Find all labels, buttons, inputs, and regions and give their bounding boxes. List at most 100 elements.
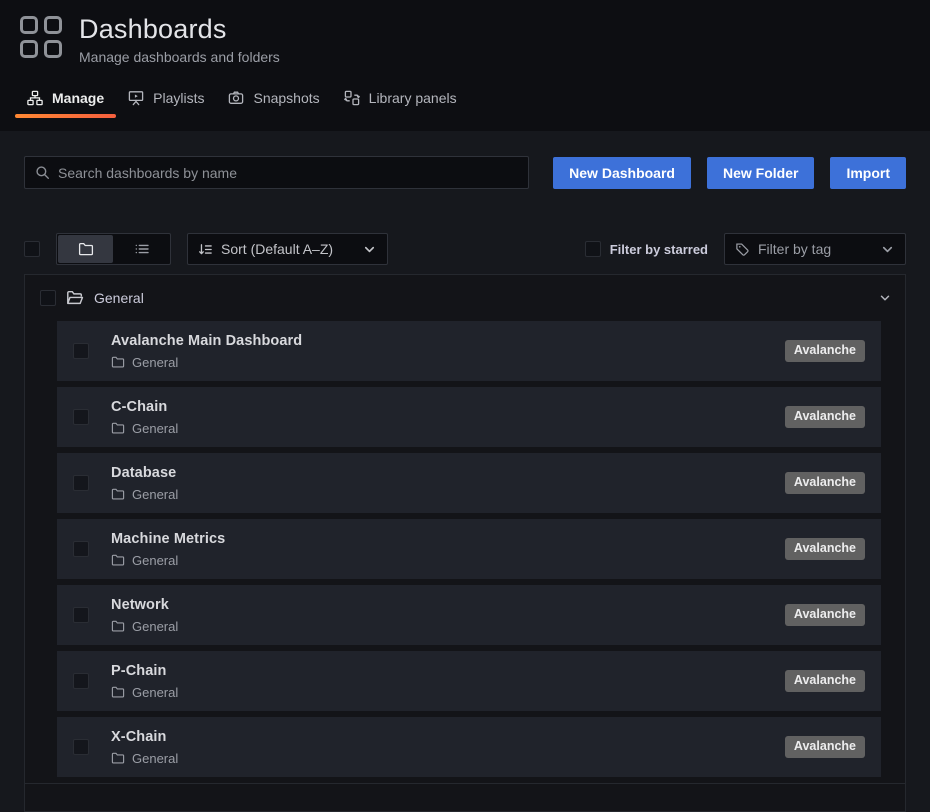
tab-bar: Manage Playlists Snapshots (15, 81, 910, 118)
dashboard-row[interactable]: Network General Avalanche (57, 585, 881, 645)
search-row: New Dashboard New Folder Import (24, 156, 906, 189)
apps-icon-square (44, 40, 62, 58)
sort-select[interactable]: Sort (Default A–Z) (187, 233, 388, 265)
dashboard-info: C-Chain General (111, 399, 178, 436)
starred-checkbox[interactable] (585, 241, 601, 257)
dashboard-folder-label: General (132, 553, 178, 568)
row-checkbox[interactable] (73, 409, 89, 425)
dashboard-folder: General (111, 487, 178, 502)
dashboard-tag-badge[interactable]: Avalanche (785, 736, 865, 758)
dashboard-title: Avalanche Main Dashboard (111, 333, 302, 349)
dashboard-folder-label: General (132, 355, 178, 370)
dashboard-folder: General (111, 619, 178, 634)
folder-icon (111, 751, 125, 765)
filter-by-starred[interactable]: Filter by starred (585, 241, 708, 257)
collapse-chevron-icon[interactable] (878, 291, 892, 305)
dashboard-row[interactable]: P-Chain General Avalanche (57, 651, 881, 711)
section-divider (25, 783, 905, 784)
folder-checkbox[interactable] (40, 290, 56, 306)
select-all-checkbox[interactable] (24, 241, 40, 257)
dashboard-tag-badge[interactable]: Avalanche (785, 538, 865, 560)
dashboard-title: Database (111, 465, 178, 481)
tab-manage[interactable]: Manage (15, 81, 116, 118)
dashboard-row[interactable]: Machine Metrics General Avalanche (57, 519, 881, 579)
sitemap-icon (27, 90, 43, 106)
folder-icon (111, 685, 125, 699)
search-results-container: General Avalanche Main Dashboard General… (24, 274, 906, 812)
row-checkbox[interactable] (73, 673, 89, 689)
dashboard-folder: General (111, 355, 302, 370)
dashboard-title: C-Chain (111, 399, 178, 415)
row-checkbox[interactable] (73, 739, 89, 755)
dashboard-tag-badge[interactable]: Avalanche (785, 604, 865, 626)
dashboard-tag-badge[interactable]: Avalanche (785, 340, 865, 362)
dashboard-row[interactable]: C-Chain General Avalanche (57, 387, 881, 447)
dashboard-tag-badge[interactable]: Avalanche (785, 406, 865, 428)
filter-toolbar: Sort (Default A–Z) Filter by starred Fil… (24, 233, 906, 265)
apps-icon-square (20, 16, 38, 34)
import-button[interactable]: Import (830, 157, 906, 189)
apps-icon-square (44, 16, 62, 34)
dashboard-folder: General (111, 751, 178, 766)
folder-icon (111, 421, 125, 435)
dashboard-title: Network (111, 597, 178, 613)
starred-label: Filter by starred (610, 242, 708, 257)
folder-view-icon (78, 241, 94, 257)
dashboards-apps-icon (20, 16, 62, 58)
search-icon (35, 165, 50, 180)
dashboard-row[interactable]: Avalanche Main Dashboard General Avalanc… (57, 321, 881, 381)
dashboard-info: P-Chain General (111, 663, 178, 700)
view-mode-toggle (56, 233, 171, 265)
search-box (24, 156, 529, 189)
dashboard-info: Network General (111, 597, 178, 634)
dashboard-tag-badge[interactable]: Avalanche (785, 472, 865, 494)
row-checkbox[interactable] (73, 475, 89, 491)
tag-select-placeholder: Filter by tag (758, 241, 831, 257)
chevron-down-icon (880, 242, 895, 257)
dashboard-folder: General (111, 685, 178, 700)
dashboard-info: Machine Metrics General (111, 531, 225, 568)
dashboard-rows: Avalanche Main Dashboard General Avalanc… (25, 321, 905, 777)
filter-by-tag-select[interactable]: Filter by tag (724, 233, 906, 265)
folder-name: General (94, 290, 144, 306)
presentation-play-icon (128, 90, 144, 106)
new-folder-button[interactable]: New Folder (707, 157, 814, 189)
dashboard-info: X-Chain General (111, 729, 178, 766)
row-checkbox[interactable] (73, 607, 89, 623)
tab-label: Manage (52, 90, 104, 106)
folder-icon (111, 553, 125, 567)
tab-label: Snapshots (253, 90, 319, 106)
page-header: Dashboards Manage dashboards and folders… (0, 0, 930, 131)
row-checkbox[interactable] (73, 343, 89, 359)
row-checkbox[interactable] (73, 541, 89, 557)
tag-icon (735, 242, 750, 257)
dashboard-title: X-Chain (111, 729, 178, 745)
tab-label: Playlists (153, 90, 204, 106)
dashboard-info: Avalanche Main Dashboard General (111, 333, 302, 370)
title-block: Dashboards Manage dashboards and folders (79, 14, 280, 65)
page-content: New Dashboard New Folder Import Sort (De… (0, 131, 930, 812)
folder-icon (111, 355, 125, 369)
search-input[interactable] (58, 165, 518, 181)
dashboard-row[interactable]: X-Chain General Avalanche (57, 717, 881, 777)
folder-view-button[interactable] (58, 235, 113, 263)
folder-icon (111, 487, 125, 501)
dashboard-info: Database General (111, 465, 178, 502)
tab-playlists[interactable]: Playlists (116, 81, 216, 118)
camera-icon (228, 90, 244, 106)
page-title: Dashboards (79, 14, 280, 45)
dashboard-tag-badge[interactable]: Avalanche (785, 670, 865, 692)
folder-section-header[interactable]: General (25, 275, 905, 321)
new-dashboard-button[interactable]: New Dashboard (553, 157, 691, 189)
tab-library-panels[interactable]: Library panels (332, 81, 469, 118)
list-view-button[interactable] (114, 234, 170, 264)
dashboard-folder-label: General (132, 487, 178, 502)
tab-label: Library panels (369, 90, 457, 106)
tab-snapshots[interactable]: Snapshots (216, 81, 331, 118)
apps-icon-square (20, 40, 38, 58)
sort-icon (198, 242, 213, 257)
folder-icon (111, 619, 125, 633)
folder-open-icon (66, 289, 84, 307)
dashboard-row[interactable]: Database General Avalanche (57, 453, 881, 513)
dashboard-folder-label: General (132, 619, 178, 634)
